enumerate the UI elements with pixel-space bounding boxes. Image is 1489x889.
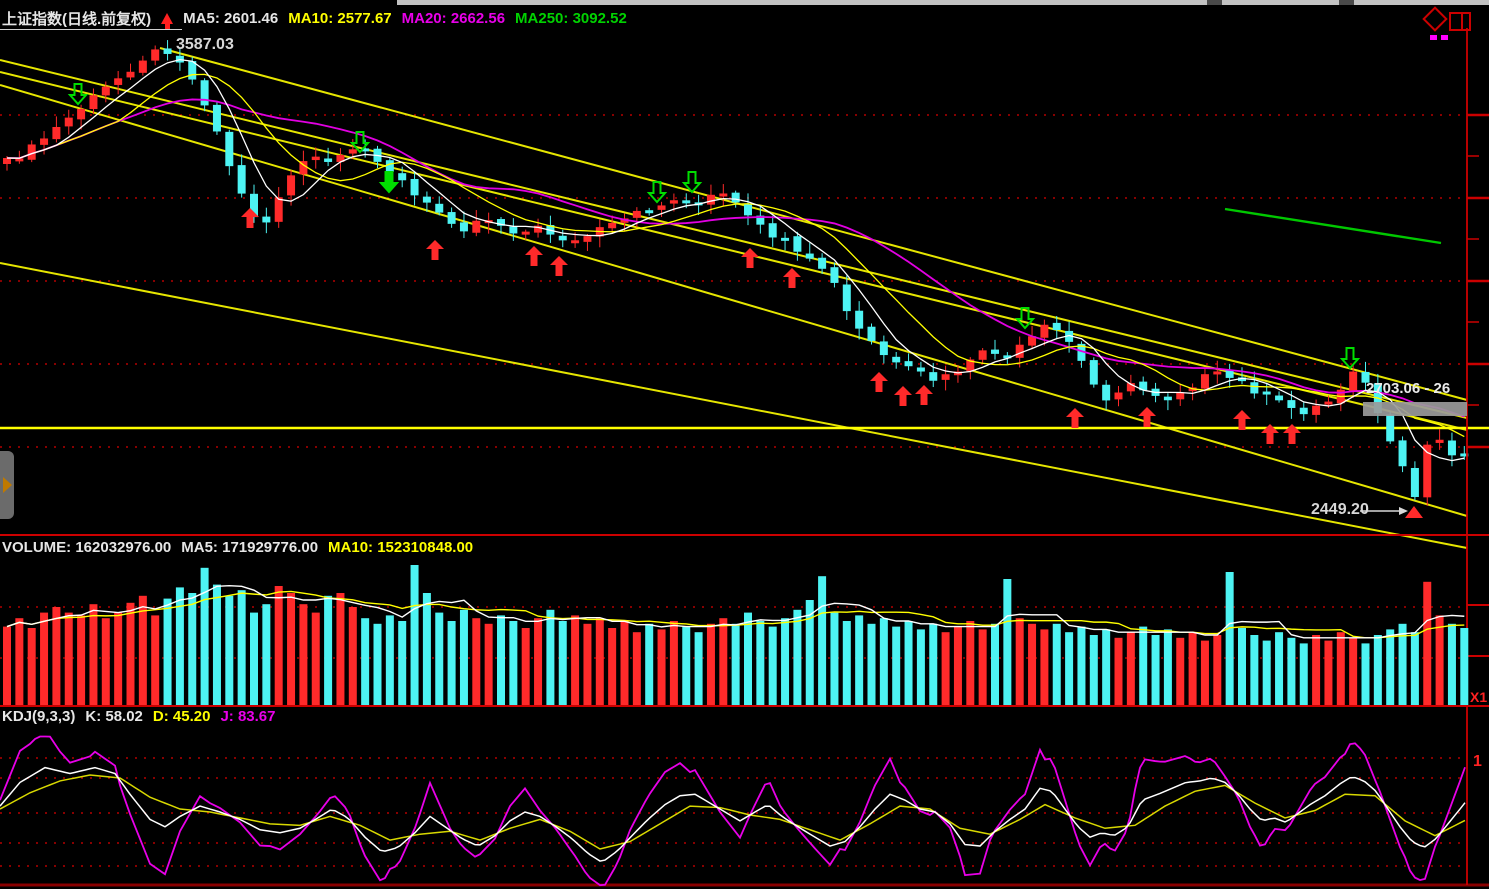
- scroll-notch: [1207, 0, 1222, 5]
- buy-signal-arrows: [241, 208, 1301, 444]
- ma250-line: [1225, 209, 1441, 243]
- trend-channel-lines: [0, 48, 1489, 548]
- ma5-line: [7, 60, 1464, 461]
- top-scroll-strip[interactable]: [397, 0, 1489, 5]
- price-range-box: [1363, 402, 1467, 416]
- price-ma-lines: [7, 60, 1464, 461]
- split-window-icon[interactable]: [1449, 12, 1471, 31]
- expand-right-icon: [3, 477, 12, 493]
- left-panel-expander[interactable]: [0, 451, 14, 519]
- low-point-marker: [1360, 506, 1423, 518]
- kdj-lines: [0, 737, 1465, 886]
- ma10-line: [7, 74, 1464, 436]
- magenta-marker-dot: [1441, 35, 1448, 40]
- sell-signal-arrows: [70, 84, 1358, 368]
- candles[interactable]: [3, 40, 1468, 506]
- right-axis-ticks: [1467, 115, 1489, 656]
- magenta-marker-dot: [1430, 35, 1437, 40]
- main-chart-grid: [0, 115, 1467, 447]
- trading-app-screen: 上证指数(日线.前复权) MA5: 2601.46 MA10: 2577.67 …: [0, 0, 1489, 889]
- title-underline: [0, 29, 182, 30]
- scroll-notch: [1339, 0, 1354, 5]
- ma250-line: [1225, 209, 1441, 243]
- charts-canvas[interactable]: [0, 0, 1489, 889]
